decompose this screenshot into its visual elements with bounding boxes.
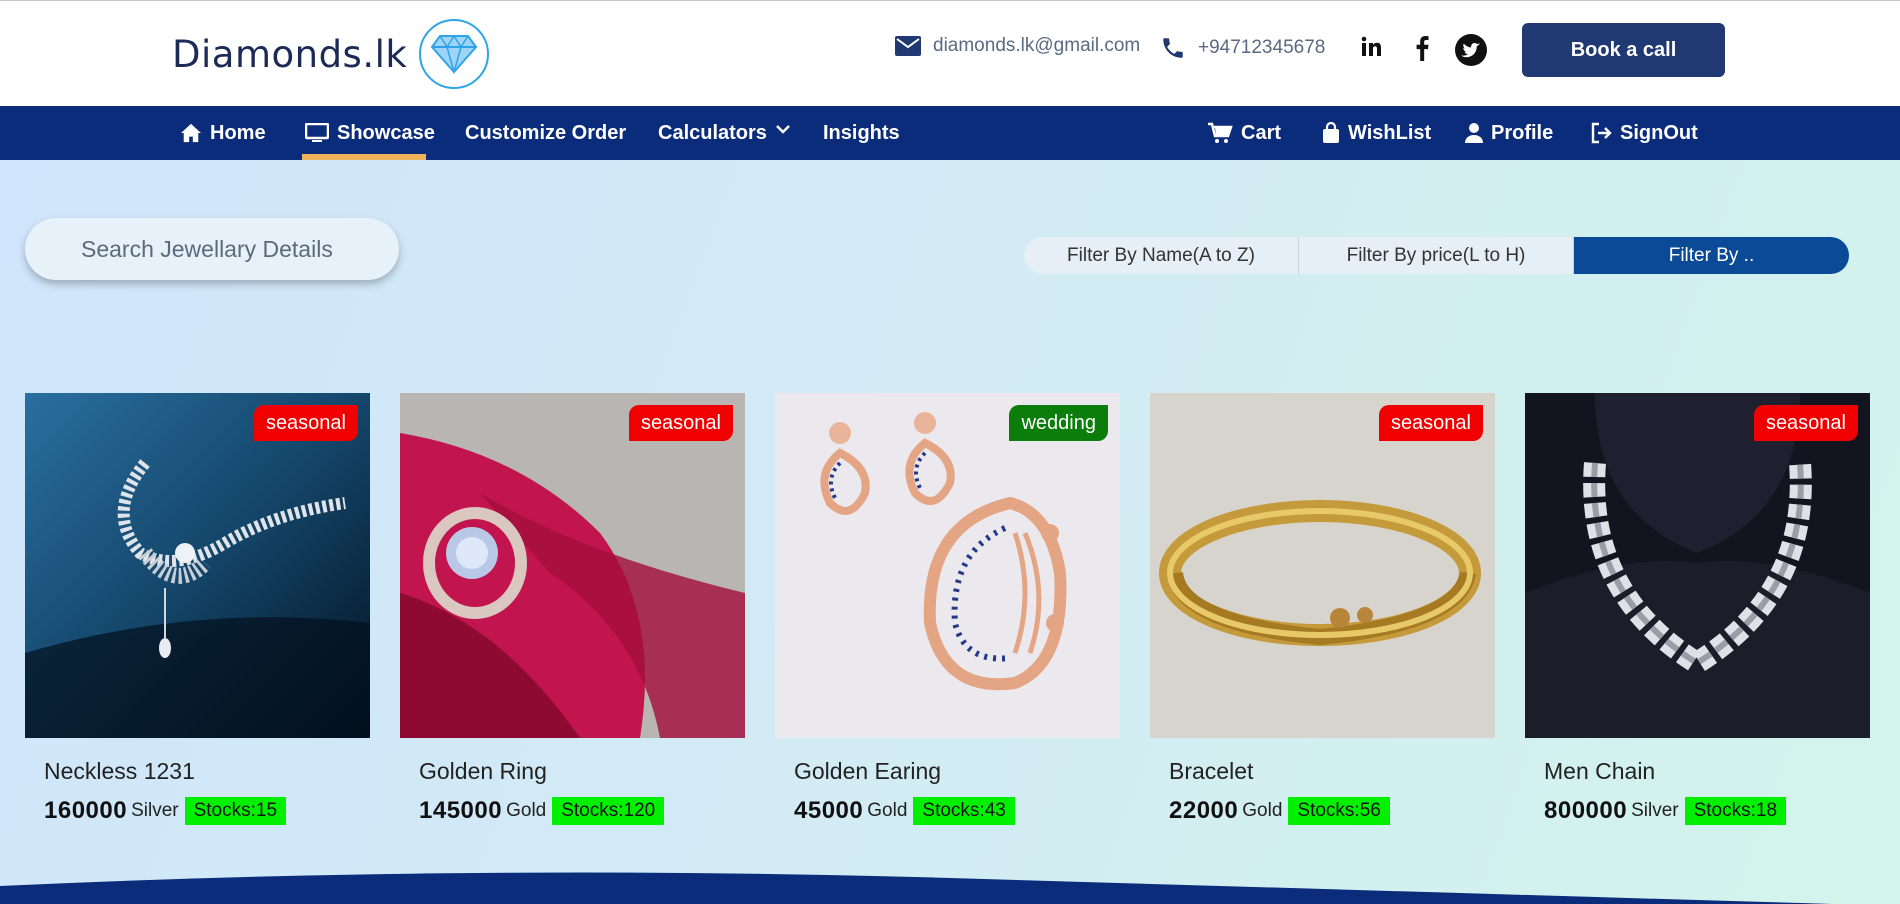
filter-price-button[interactable]: Filter By price(L to H) — [1299, 237, 1574, 274]
product-card[interactable]: seasonal Men Chain 800000 Silver Stocks:… — [1525, 393, 1870, 825]
filter-more-button[interactable]: Filter By .. — [1574, 237, 1849, 274]
product-image-bracelet[interactable]: seasonal — [1150, 393, 1495, 738]
product-tag: wedding — [1009, 405, 1108, 441]
phone-icon — [1163, 38, 1183, 58]
stock-badge: Stocks:18 — [1684, 797, 1787, 825]
product-name: Golden Ring — [419, 758, 547, 784]
product-meta: 22000 Gold Stocks:56 — [1150, 797, 1495, 825]
nav-home[interactable]: Home — [180, 106, 266, 160]
linkedin-icon[interactable] — [1360, 35, 1384, 64]
monitor-icon — [305, 123, 329, 142]
product-metal: Gold — [867, 800, 908, 821]
brand-logo[interactable]: Diamonds.lk — [172, 19, 490, 89]
product-tag: seasonal — [628, 405, 733, 441]
nav-profile[interactable]: Profile — [1465, 106, 1553, 160]
signout-icon — [1591, 122, 1612, 144]
facebook-icon[interactable] — [1412, 35, 1432, 66]
nav-signout[interactable]: SignOut — [1590, 106, 1698, 160]
top-header: Diamonds.lk diamonds.lk@gmail.com +94712… — [0, 0, 1900, 106]
product-meta: 45000 Gold Stocks:43 — [775, 797, 1120, 825]
product-price: 145000 — [419, 797, 503, 824]
product-meta: 800000 Silver Stocks:18 — [1525, 797, 1870, 825]
bag-icon — [1323, 122, 1339, 143]
product-name: Men Chain — [1544, 758, 1656, 784]
product-name: Golden Earing — [794, 758, 942, 784]
stock-badge: Stocks:56 — [1288, 797, 1390, 825]
footer-wave — [0, 872, 1833, 904]
nav-customize-order[interactable]: Customize Order — [465, 106, 626, 160]
cart-icon — [1208, 122, 1233, 143]
product-name: Neckless 1231 — [44, 758, 195, 784]
email-contact[interactable]: diamonds.lk@gmail.com — [895, 35, 1140, 57]
product-metal: Silver — [1631, 800, 1679, 821]
product-card[interactable]: seasonal Bracelet 22000 Gold Stocks:56 — [1150, 393, 1495, 825]
product-meta: 145000 Gold Stocks:120 — [400, 797, 745, 825]
product-image-ring[interactable]: seasonal — [400, 393, 745, 738]
user-icon — [1465, 123, 1483, 143]
email-text: diamonds.lk@gmail.com — [933, 35, 1141, 56]
main-navbar: Home Showcase Customize Order Calculator… — [0, 106, 1900, 160]
product-card[interactable]: wedding Golden Earing 45000 Gold Stocks:… — [775, 393, 1120, 825]
product-metal: Silver — [131, 800, 179, 821]
showcase-main: Search Jewellary Details Filter By Name(… — [0, 160, 1900, 904]
mail-icon — [895, 36, 921, 56]
filter-name-button[interactable]: Filter By Name(A to Z) — [1024, 237, 1299, 274]
product-name: Bracelet — [1169, 758, 1254, 784]
nav-insights[interactable]: Insights — [823, 106, 900, 160]
phone-text: +94712345678 — [1198, 37, 1326, 58]
product-card[interactable]: seasonal Neckless 1231 160000 Silver Sto… — [25, 393, 370, 825]
product-image-necklace[interactable]: seasonal — [25, 393, 370, 738]
stock-badge: Stocks:43 — [913, 797, 1015, 825]
twitter-icon[interactable] — [1455, 34, 1487, 71]
stock-badge: Stocks:15 — [184, 797, 287, 825]
book-call-button[interactable]: Book a call — [1522, 23, 1725, 77]
nav-wishlist[interactable]: WishList — [1322, 106, 1431, 160]
product-card[interactable]: seasonal Golden Ring 145000 Gold Stocks:… — [400, 393, 745, 825]
product-price: 160000 — [44, 797, 128, 824]
nav-showcase[interactable]: Showcase — [305, 106, 435, 160]
product-meta: 160000 Silver Stocks:15 — [25, 797, 370, 825]
brand-name: Diamonds.lk — [172, 32, 408, 76]
product-image-earing[interactable]: wedding — [775, 393, 1120, 738]
product-price: 800000 — [1544, 797, 1628, 824]
home-icon — [181, 123, 201, 143]
product-tag: seasonal — [253, 405, 358, 441]
nav-calculators[interactable]: Calculators — [658, 106, 791, 160]
product-metal: Gold — [506, 800, 547, 821]
chevron-down-icon — [776, 125, 790, 134]
stock-badge: Stocks:120 — [552, 797, 665, 825]
diamond-icon — [419, 19, 490, 89]
nav-cart[interactable]: Cart — [1207, 106, 1281, 160]
product-price: 22000 — [1169, 797, 1239, 824]
filter-group: Filter By Name(A to Z) Filter By price(L… — [1024, 237, 1849, 274]
search-input[interactable]: Search Jewellary Details — [25, 218, 399, 280]
phone-contact[interactable]: +94712345678 — [1160, 35, 1325, 61]
product-image-chain[interactable]: seasonal — [1525, 393, 1870, 738]
product-tag: seasonal — [1753, 405, 1858, 441]
product-metal: Gold — [1242, 800, 1283, 821]
product-price: 45000 — [794, 797, 864, 824]
product-tag: seasonal — [1378, 405, 1483, 441]
